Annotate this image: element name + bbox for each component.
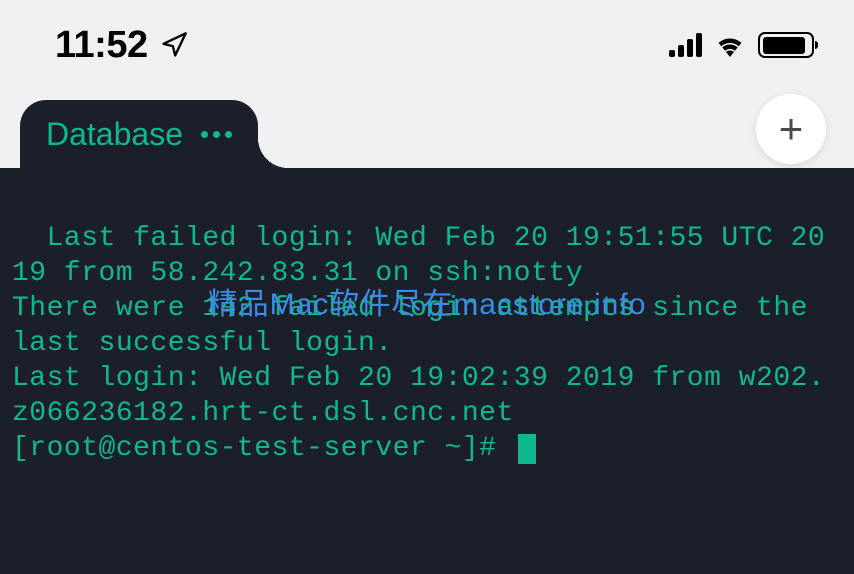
plus-icon: + xyxy=(779,108,804,150)
add-tab-button[interactable]: + xyxy=(756,94,826,164)
battery-icon xyxy=(758,32,814,58)
time-group: 11:52 xyxy=(55,24,188,67)
status-icons xyxy=(669,32,814,58)
status-time: 11:52 xyxy=(55,24,148,67)
terminal-line: There were 142 failed login attempts sin… xyxy=(12,293,825,359)
location-icon xyxy=(160,31,188,59)
tab-menu-icon[interactable] xyxy=(201,131,232,138)
terminal-prompt: [root@centos-test-server ~]# xyxy=(12,433,514,464)
tab-label: Database xyxy=(46,116,183,153)
cursor-icon xyxy=(518,434,536,464)
terminal-line: Last login: Wed Feb 20 19:02:39 2019 fro… xyxy=(12,363,825,429)
status-bar: 11:52 xyxy=(0,0,854,90)
terminal-line: Last failed login: Wed Feb 20 19:51:55 U… xyxy=(12,223,825,289)
terminal-output[interactable]: Last failed login: Wed Feb 20 19:51:55 U… xyxy=(0,168,854,574)
tab-row: Database + xyxy=(0,90,854,168)
cellular-signal-icon xyxy=(669,33,702,57)
tab-database[interactable]: Database xyxy=(20,100,258,168)
wifi-icon xyxy=(714,33,746,57)
